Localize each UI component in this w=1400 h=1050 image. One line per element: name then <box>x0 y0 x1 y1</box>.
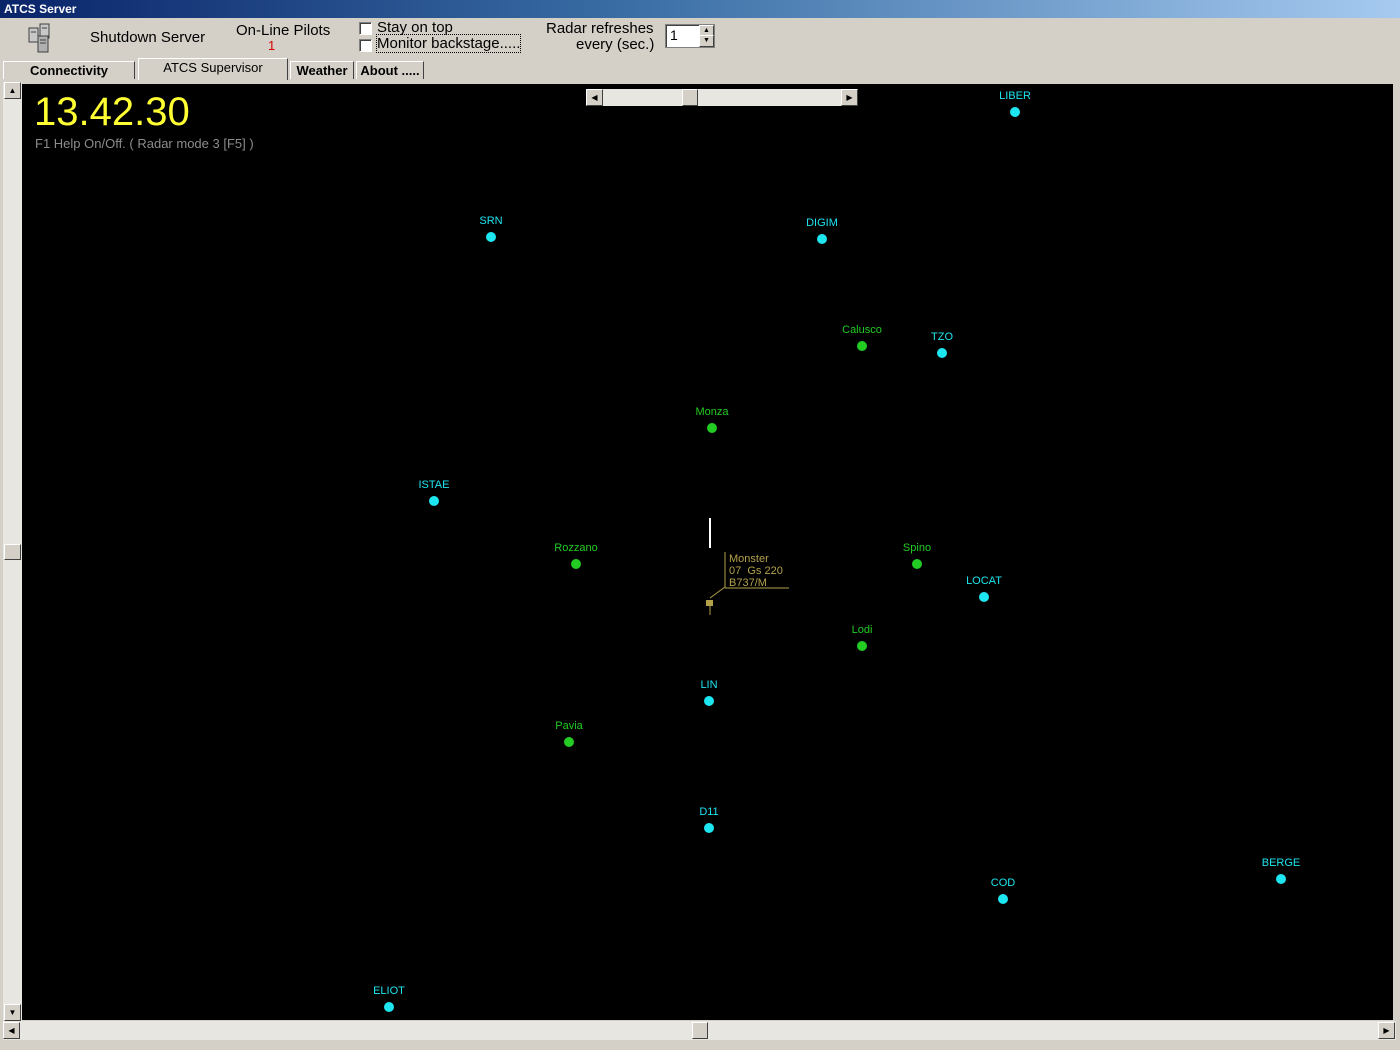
aircraft-speed: 07 Gs 220 <box>729 565 783 577</box>
radar-refresh-value[interactable]: 1 <box>670 27 678 43</box>
horizontal-scrollbar[interactable]: ◀ ▶ <box>3 1021 1396 1040</box>
stay-on-top-checkbox[interactable] <box>359 22 372 35</box>
shutdown-server-button[interactable]: Shutdown Server <box>90 29 205 46</box>
horizontal-scroll-thumb[interactable] <box>692 1022 708 1039</box>
tab-about[interactable]: About ..... <box>356 61 424 79</box>
scroll-up-icon[interactable]: ▲ <box>4 82 21 99</box>
aircraft-type: B737/M <box>729 577 767 589</box>
tab-connectivity[interactable]: Connectivity <box>3 61 135 79</box>
tab-weather[interactable]: Weather <box>290 61 354 79</box>
radar-refresh-stepper[interactable]: 1 ▲ ▼ <box>665 24 715 48</box>
tab-atcs-supervisor[interactable]: ATCS Supervisor <box>138 58 288 80</box>
radar-refresh-label-2: every (sec.) <box>576 36 655 53</box>
window-title: ATCS Server <box>4 2 77 16</box>
vertical-scroll-thumb[interactable] <box>4 544 21 560</box>
radar-refresh-label: Radar refreshes <box>546 20 654 37</box>
scroll-down-icon[interactable]: ▼ <box>4 1004 21 1021</box>
spin-down-icon[interactable]: ▼ <box>699 35 714 47</box>
aircraft-datablock[interactable]: Monster 07 Gs 220 B737/M <box>729 553 783 589</box>
scroll-right-icon[interactable]: ▶ <box>1378 1022 1395 1039</box>
status-bar <box>0 1040 1400 1050</box>
leader-line <box>709 586 726 599</box>
scroll-left-icon[interactable]: ◀ <box>3 1022 20 1039</box>
vertical-scrollbar[interactable]: ▲ ▼ <box>3 82 22 1022</box>
stay-on-top-label[interactable]: Stay on top <box>377 19 453 36</box>
title-bar: ATCS Server <box>0 0 1400 18</box>
monitor-backstage-checkbox[interactable] <box>359 39 372 52</box>
toolbar: Shutdown Server On-Line Pilots 1 Stay on… <box>0 18 1400 58</box>
online-pilots-label: On-Line Pilots <box>236 22 331 39</box>
radar-display[interactable]: 13.42.30 F1 Help On/Off. ( Radar mode 3 … <box>22 84 1393 1020</box>
monitor-backstage-label[interactable]: Monitor backstage..... <box>375 34 522 53</box>
online-pilots-count: 1 <box>268 38 276 53</box>
aircraft-track[interactable] <box>22 84 1393 1020</box>
aircraft-callsign: Monster <box>729 553 769 565</box>
server-icon[interactable] <box>26 22 60 56</box>
tab-bar: Connectivity ATCS Supervisor Weather Abo… <box>0 58 1400 82</box>
